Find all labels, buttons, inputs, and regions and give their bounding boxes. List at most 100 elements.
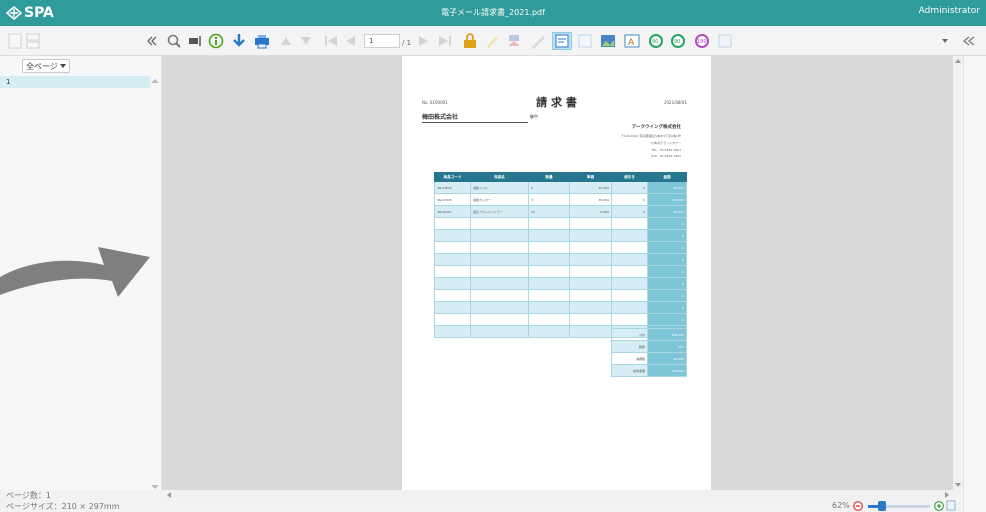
issuer-fax: FAX：03-5582-7881: [651, 154, 681, 158]
single-page-view-icon[interactable]: [8, 32, 22, 50]
issuer-address: 〒100-0022 東京都港区六本木3丁目2番1号: [620, 134, 681, 138]
table-cell: 3: [528, 193, 570, 206]
invoice-date: 2021/08/01: [663, 100, 687, 105]
zoom-out-icon[interactable]: [853, 501, 863, 511]
table-row: SN-00007 電気ブラシハンドラー 10 6,000 0 60,000: [434, 205, 687, 218]
page-count: ページ数：1: [6, 491, 51, 500]
scroll-up-icon[interactable]: [955, 58, 961, 63]
app-window: SPA 電子メール請求書_2021.pdf Administrator 1 / …: [0, 0, 986, 512]
rotate-180-icon[interactable]: 180: [694, 32, 710, 50]
info-icon[interactable]: [208, 32, 224, 50]
lock-icon[interactable]: [462, 32, 478, 50]
summary-label: 税率: [611, 340, 648, 353]
vertical-scrollbar[interactable]: [953, 56, 963, 490]
save-icon[interactable]: [718, 32, 732, 50]
last-page-icon[interactable]: [438, 32, 452, 50]
search-icon[interactable]: [166, 32, 182, 50]
annotation-tool-icon[interactable]: [552, 32, 572, 50]
menu-dropdown-icon[interactable]: [940, 32, 950, 50]
summary-row: 小計 200,000: [611, 328, 687, 341]
table-row: 0: [434, 277, 687, 290]
issuer-tel: TEL：03-5582-7861: [651, 148, 681, 152]
collapse-sidebar-icon[interactable]: [146, 32, 158, 50]
summary-value: 220,000: [647, 364, 687, 377]
table-cell: 105,000: [647, 193, 687, 206]
table-cell: SN-23605: [434, 181, 471, 194]
two-page-view-icon[interactable]: [26, 32, 40, 50]
table-cell: 0: [647, 241, 687, 254]
pen-icon[interactable]: [530, 32, 546, 50]
invoice-items-table: 商品コード 商品名 数量 単価 値引き 金額 SN-23605 電動ドリル 1 …: [434, 172, 687, 338]
table-cell: 1: [528, 181, 570, 194]
viewer-toolbar: 1 / 1 A 90 90 180: [0, 26, 986, 56]
table-cell: SN-00007: [434, 205, 471, 218]
previous-page-up-icon[interactable]: [280, 32, 292, 50]
page-filter-select[interactable]: 全ページ: [22, 59, 70, 73]
svg-text:90: 90: [674, 39, 680, 45]
page-total: / 1: [402, 39, 412, 47]
rotate-left-icon[interactable]: 90: [648, 32, 664, 50]
table-cell: 35,000: [647, 181, 687, 194]
table-row: 0: [434, 217, 687, 230]
customer-name: 梅田株式会社: [422, 112, 528, 123]
next-page-down-icon[interactable]: [300, 32, 312, 50]
page-list-item[interactable]: 1: [0, 76, 150, 88]
table-cell: 35,000: [569, 181, 612, 194]
summary-value: 20,000: [647, 352, 687, 365]
chevron-down-icon: [60, 64, 66, 68]
summary-label: 請求金額: [611, 364, 648, 377]
table-cell: 0: [647, 253, 687, 266]
first-page-icon[interactable]: [324, 32, 338, 50]
svg-text:A: A: [628, 38, 635, 48]
table-cell: 0: [647, 301, 687, 314]
column-header: 商品コード: [434, 172, 471, 182]
print-icon[interactable]: [254, 32, 270, 50]
summary-row: 消費税 20,000: [611, 352, 687, 365]
image-icon[interactable]: [600, 32, 616, 50]
column-header: 金額: [647, 172, 687, 182]
table-cell: 0: [647, 265, 687, 278]
summary-value: 10%: [647, 340, 687, 353]
rotate-right-icon[interactable]: 90: [670, 32, 686, 50]
zoom-in-icon[interactable]: [934, 501, 944, 511]
zoom-level: 62%: [832, 501, 850, 510]
previous-page-icon[interactable]: [344, 32, 356, 50]
table-cell: 電動カッター: [470, 193, 529, 206]
table-cell: 0: [647, 229, 687, 242]
stamp-icon[interactable]: [506, 32, 522, 50]
status-bar: ページ数：1 ページサイズ：210 × 297mm 62%: [0, 490, 963, 512]
page-size: ページサイズ：210 × 297mm: [6, 502, 120, 511]
table-cell: 0: [611, 181, 648, 194]
text-select-icon[interactable]: [188, 32, 204, 50]
table-cell: SN-23345: [434, 193, 471, 206]
user-name[interactable]: Administrator: [919, 6, 980, 16]
arrow-graphic: [0, 247, 150, 297]
table-cell: 0: [647, 277, 687, 290]
summary-value: 200,000: [647, 328, 687, 341]
scroll-up-icon[interactable]: [151, 78, 159, 84]
issuer-company: アークウイング株式会社: [631, 125, 681, 130]
highlight-icon[interactable]: [484, 32, 500, 50]
table-row: 0: [434, 301, 687, 314]
right-panel: [963, 56, 986, 512]
collapse-right-panel-icon[interactable]: [962, 32, 976, 50]
summary-row: 税率 10%: [611, 340, 687, 353]
table-cell: 0: [647, 289, 687, 302]
honorific: 御中: [530, 114, 538, 119]
table-cell: 0: [647, 313, 687, 326]
download-icon[interactable]: [232, 32, 246, 50]
fit-width-icon[interactable]: [946, 500, 956, 511]
next-page-icon[interactable]: [418, 32, 430, 50]
table-cell: 10: [528, 205, 570, 218]
page-filter-label: 全ページ: [26, 61, 58, 71]
table-row: 0: [434, 289, 687, 302]
table-cell: 電気ブラシハンドラー: [470, 205, 529, 218]
scroll-down-icon[interactable]: [955, 482, 961, 487]
text-box-icon[interactable]: A: [624, 32, 640, 50]
table-row: SN-23605 電動ドリル 1 35,000 0 35,000: [434, 181, 687, 194]
bookmark-icon[interactable]: [578, 32, 592, 50]
zoom-slider-handle[interactable]: [878, 501, 886, 511]
page-number-input[interactable]: 1: [364, 34, 400, 48]
invoice-summary-table: 小計 200,000 税率 10% 消費税 20,000 請求金額 220,000: [611, 328, 687, 377]
table-row: 0: [434, 229, 687, 242]
